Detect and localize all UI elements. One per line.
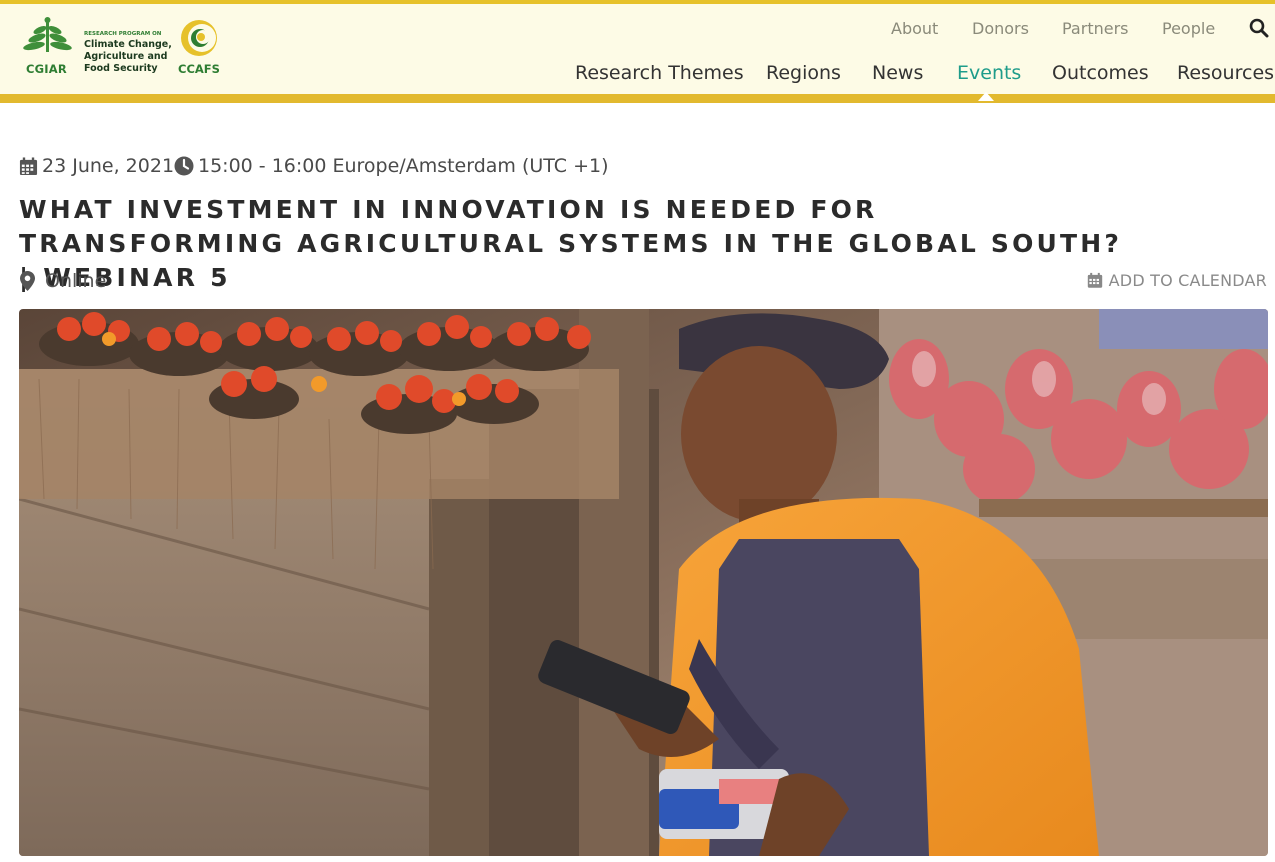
header-accent-bar [0, 94, 1275, 103]
cgiar-logo-icon [23, 17, 72, 52]
site-header: CGIAR RESEARCH PROGRAM ON Climate Change… [0, 0, 1275, 100]
event-location: Online [20, 270, 106, 292]
active-nav-indicator [978, 92, 994, 101]
event-hero-image [19, 309, 1268, 856]
ccafs-logo-icon [181, 20, 217, 56]
nav-link-about[interactable]: About [891, 19, 938, 38]
add-to-calendar-link[interactable]: ADD TO CALENDAR [1087, 271, 1267, 290]
cgiar-logo-text: CGIAR [26, 62, 67, 76]
clock-icon [174, 156, 194, 176]
nav-link-research-themes[interactable]: Research Themes [575, 62, 744, 84]
event-time-text: 15:00 - 16:00 Europe/Amsterdam (UTC +1) [198, 155, 609, 177]
ccafs-logo-text: CCAFS [178, 62, 220, 76]
event-title: WHAT INVESTMENT IN INNOVATION IS NEEDED … [19, 195, 1123, 292]
event-location-text: Online [45, 270, 107, 292]
nav-link-events[interactable]: Events [957, 62, 1021, 84]
program-name: Climate Change, Agriculture and Food Sec… [84, 39, 172, 74]
nav-link-people[interactable]: People [1162, 19, 1215, 38]
nav-link-outcomes[interactable]: Outcomes [1052, 62, 1149, 84]
event-date: 23 June, 2021 [19, 155, 174, 177]
calendar-icon [19, 156, 38, 175]
nav-link-resources[interactable]: Resources [1177, 62, 1274, 84]
event-date-text: 23 June, 2021 [42, 155, 175, 177]
program-label: RESEARCH PROGRAM ON [84, 31, 162, 37]
nav-link-donors[interactable]: Donors [972, 19, 1029, 38]
market-vendor-photo [19, 309, 1268, 856]
nav-link-regions[interactable]: Regions [766, 62, 841, 84]
site-logo[interactable]: CGIAR RESEARCH PROGRAM ON Climate Change… [18, 16, 228, 80]
map-marker-icon [20, 271, 35, 291]
event-time: 15:00 - 16:00 Europe/Amsterdam (UTC +1) [174, 155, 609, 177]
add-to-calendar-label: ADD TO CALENDAR [1108, 271, 1267, 290]
calendar-icon [1087, 272, 1102, 288]
search-icon [1249, 18, 1269, 38]
nav-link-partners[interactable]: Partners [1062, 19, 1128, 38]
nav-link-news[interactable]: News [872, 62, 923, 84]
search-button[interactable] [1249, 18, 1269, 38]
